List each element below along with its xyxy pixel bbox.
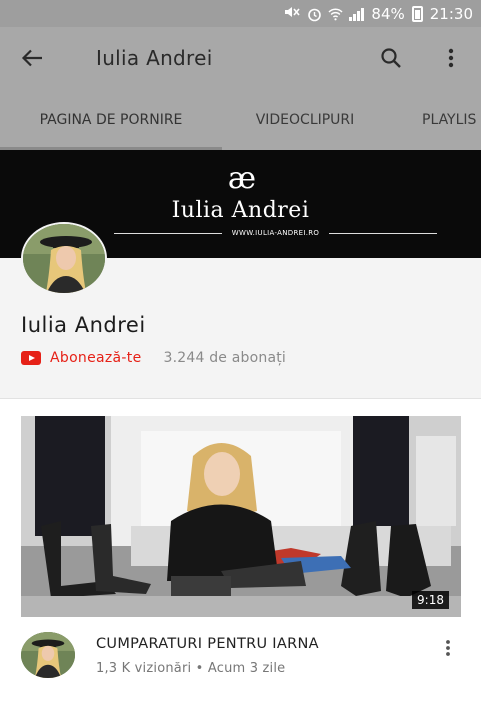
- video-card: 9:18 CUMPARATURI PENTRU IARNA 1,3 K vizi…: [0, 399, 481, 708]
- tab-playlists[interactable]: PLAYLIS: [388, 89, 476, 150]
- subscribe-button[interactable]: Abonează-te: [50, 350, 141, 366]
- page-title: Iulia Andrei: [96, 46, 213, 70]
- battery-icon: [411, 5, 423, 22]
- subscriber-count: 3.244 de abonați: [163, 350, 287, 366]
- banner-url: WWW.IULIA-ANDREI.RO: [231, 229, 320, 237]
- tab-home[interactable]: PAGINA DE PORNIRE: [0, 89, 222, 150]
- banner-divider: [113, 232, 222, 234]
- banner-monogram: æ: [227, 161, 256, 196]
- video-duration: 9:18: [412, 591, 449, 609]
- battery-percent: 84%: [371, 4, 405, 23]
- tab-label: PAGINA DE PORNIRE: [39, 111, 183, 128]
- alarm-icon: [307, 7, 322, 21]
- search-icon[interactable]: [361, 27, 421, 89]
- tab-label: PLAYLIS: [422, 111, 477, 128]
- subscribe-row: Abonează-te 3.244 de abonați: [21, 350, 286, 366]
- status-bar: 84% 21:30: [0, 0, 481, 27]
- wifi-icon: [328, 7, 343, 21]
- video-more-vert-icon[interactable]: [436, 636, 460, 660]
- channel-name: Iulia Andrei: [21, 313, 146, 337]
- video-meta: 1,3 K vizionări • Acum 3 zile: [96, 661, 286, 676]
- mute-icon: [284, 5, 301, 23]
- signal-icon: [349, 7, 365, 21]
- video-thumbnail[interactable]: 9:18: [21, 416, 461, 617]
- video-channel-avatar[interactable]: [21, 632, 75, 678]
- youtube-play-icon[interactable]: [21, 351, 41, 365]
- clock: 21:30: [429, 4, 473, 23]
- banner-name: Iulia Andrei: [171, 198, 310, 223]
- tab-videos[interactable]: VIDEOCLIPURI: [222, 89, 388, 150]
- more-vert-icon[interactable]: [421, 27, 481, 89]
- banner-divider: [329, 232, 438, 234]
- channel-avatar[interactable]: [21, 222, 107, 295]
- tab-label: VIDEOCLIPURI: [255, 111, 355, 128]
- channel-tabs: PAGINA DE PORNIRE VIDEOCLIPURI PLAYLIS: [0, 89, 481, 150]
- video-title[interactable]: CUMPARATURI PENTRU IARNA: [96, 636, 319, 652]
- app-bar: Iulia Andrei: [0, 27, 481, 89]
- arrow-back-icon[interactable]: [0, 27, 64, 89]
- banner-url-row: WWW.IULIA-ANDREI.RO: [113, 229, 438, 237]
